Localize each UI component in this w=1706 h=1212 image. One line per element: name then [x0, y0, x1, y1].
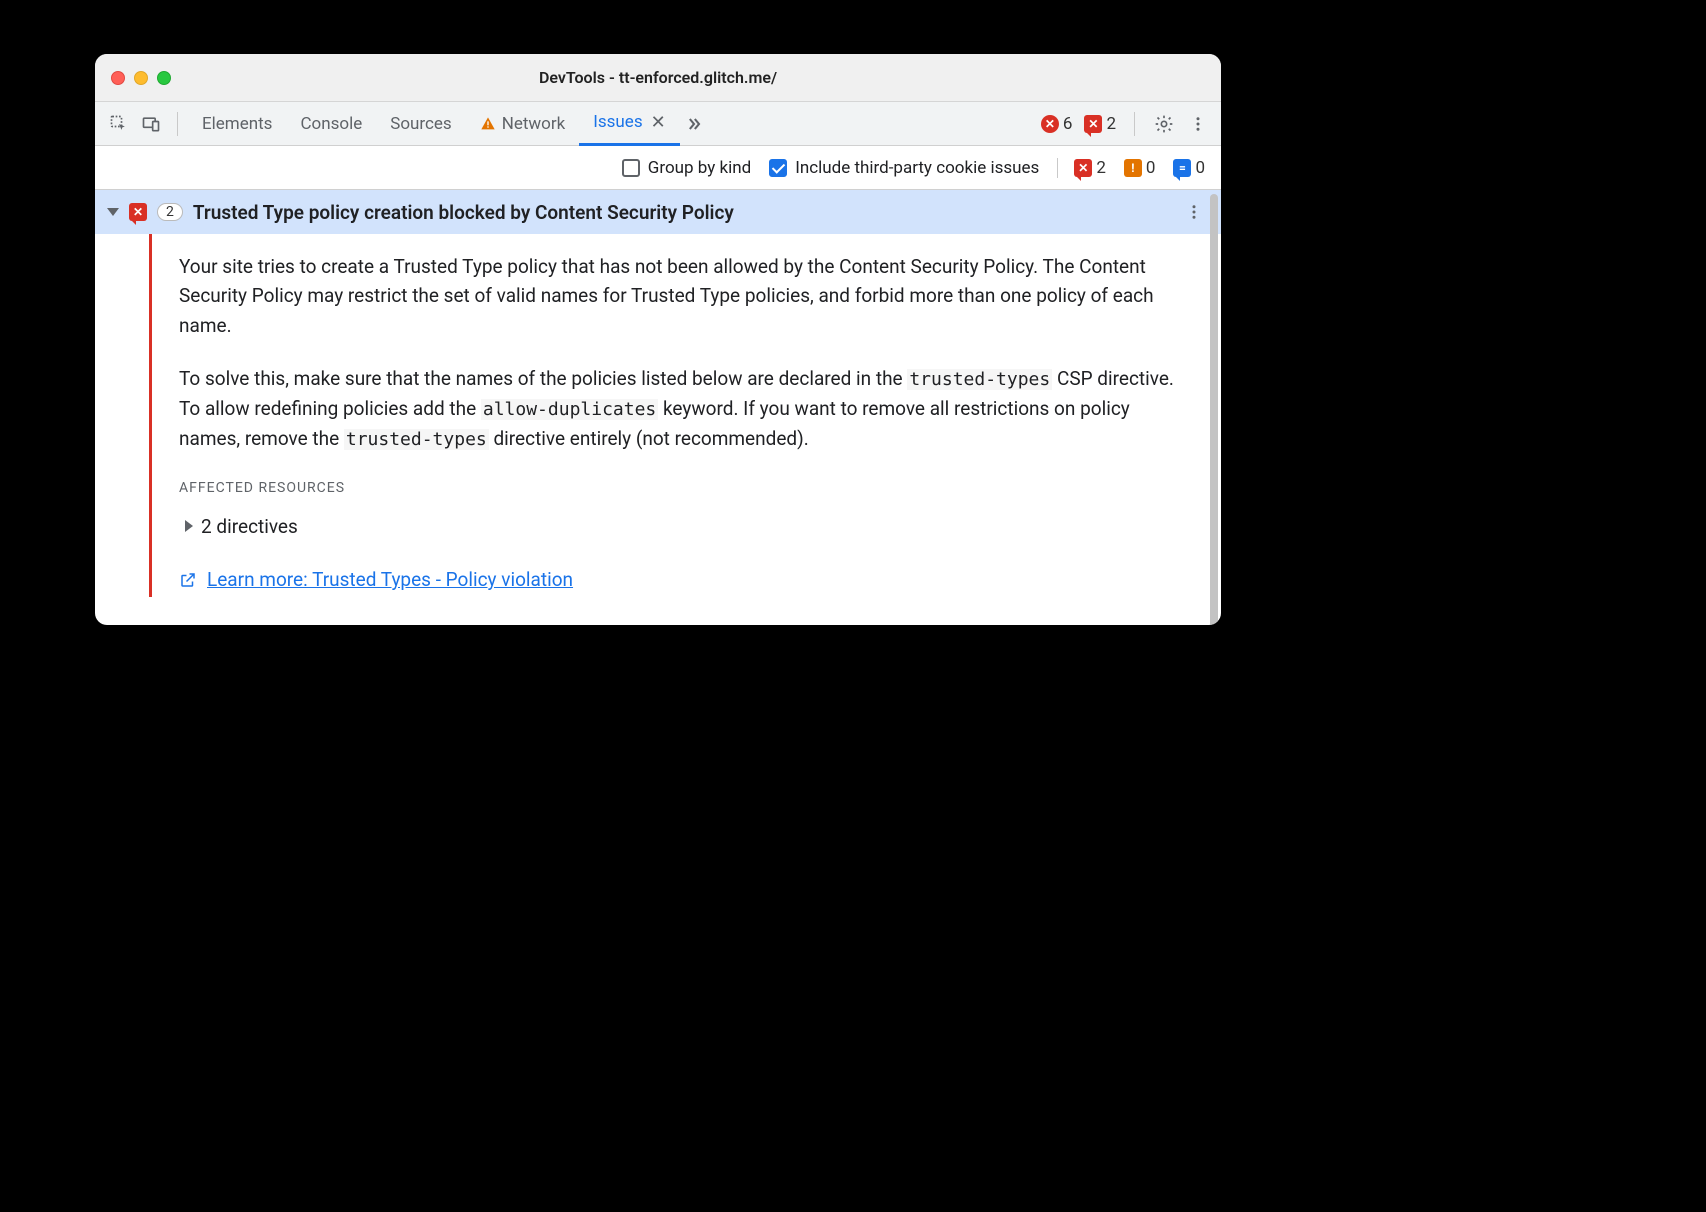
issue-menu-button[interactable]: [1179, 197, 1209, 227]
menu-button[interactable]: [1183, 109, 1213, 139]
checkbox-icon: [622, 159, 640, 177]
console-errors-badge[interactable]: ✕ 6: [1041, 114, 1073, 134]
issue-description-2: To solve this, make sure that the names …: [179, 364, 1181, 454]
expand-toggle-icon: [107, 208, 119, 216]
code-trusted-types: trusted-types: [907, 369, 1052, 390]
more-tabs-button[interactable]: [680, 114, 708, 134]
checkbox-label: Include third-party cookie issues: [795, 158, 1039, 178]
severity-indicator: [149, 234, 152, 597]
tab-elements[interactable]: Elements: [188, 102, 286, 146]
issue-title: Trusted Type policy creation blocked by …: [193, 201, 734, 224]
tab-label: Network: [502, 114, 566, 134]
device-toolbar-icon[interactable]: [137, 110, 165, 138]
maximize-window-button[interactable]: [157, 71, 171, 85]
tab-label: Elements: [202, 114, 272, 134]
close-tab-icon[interactable]: ✕: [651, 112, 666, 133]
tab-issues[interactable]: Issues ✕: [579, 102, 679, 146]
directives-disclosure[interactable]: 2 directives: [185, 512, 1181, 541]
error-count: 6: [1063, 114, 1073, 134]
error-circle-icon: ✕: [1041, 115, 1059, 133]
error-chat-icon: ✕: [1084, 115, 1102, 133]
minimize-window-button[interactable]: [134, 71, 148, 85]
issue-occurrence-count: 2: [157, 203, 183, 221]
count: 0: [1146, 158, 1156, 178]
tab-console[interactable]: Console: [286, 102, 376, 146]
traffic-lights: [95, 71, 171, 85]
divider: [177, 112, 178, 136]
issues-pane: ✕ 2 Trusted Type policy creation blocked…: [95, 190, 1221, 625]
tabs-right-group: ✕ 6 ✕ 2: [1037, 109, 1213, 139]
checkbox-checked-icon: [769, 159, 787, 177]
group-by-kind-checkbox[interactable]: Group by kind: [622, 158, 751, 178]
learn-more-text: Learn more: Trusted Types - Policy viola…: [207, 565, 573, 594]
inspect-element-icon[interactable]: [105, 110, 133, 138]
warning-bang-icon: !: [1124, 159, 1142, 177]
issues-errors-badge[interactable]: ✕ 2: [1084, 114, 1116, 134]
devtools-window: DevTools - tt-enforced.glitch.me/ Elemen…: [95, 54, 1221, 625]
open-external-icon: [179, 571, 197, 589]
checkbox-label: Group by kind: [648, 158, 751, 178]
tab-sources[interactable]: Sources: [376, 102, 465, 146]
issue-body: Your site tries to create a Trusted Type…: [95, 234, 1221, 597]
code-allow-duplicates: allow-duplicates: [481, 399, 658, 420]
learn-more-link[interactable]: Learn more: Trusted Types - Policy viola…: [179, 565, 573, 594]
issue-error-count: 2: [1106, 114, 1116, 134]
tab-label: Issues: [593, 112, 642, 132]
count: 0: [1195, 158, 1205, 178]
error-chat-icon: ✕: [1074, 159, 1092, 177]
tabs-left-group: Elements Console Sources Network Issues …: [103, 102, 708, 146]
filter-info[interactable]: = 0: [1173, 158, 1205, 178]
filter-errors[interactable]: ✕ 2: [1074, 158, 1106, 178]
close-window-button[interactable]: [111, 71, 125, 85]
count: 2: [1096, 158, 1106, 178]
affected-resources-label: AFFECTED RESOURCES: [179, 478, 1181, 500]
filter-warnings[interactable]: ! 0: [1124, 158, 1156, 178]
issue-description-1: Your site tries to create a Trusted Type…: [179, 252, 1181, 340]
issue-counts: ✕ 2 ! 0 = 0: [1057, 158, 1209, 178]
divider: [1134, 112, 1135, 136]
warning-icon: [480, 116, 496, 132]
info-chat-icon: =: [1173, 159, 1191, 177]
issues-filter-bar: Group by kind Include third-party cookie…: [95, 146, 1221, 190]
window-title: DevTools - tt-enforced.glitch.me/: [95, 68, 1221, 87]
third-party-checkbox[interactable]: Include third-party cookie issues: [769, 158, 1039, 178]
issue-header[interactable]: ✕ 2 Trusted Type policy creation blocked…: [95, 190, 1221, 234]
settings-button[interactable]: [1149, 109, 1179, 139]
tab-label: Sources: [390, 114, 451, 134]
directives-count: 2 directives: [201, 512, 298, 541]
error-chat-icon: ✕: [129, 203, 147, 221]
titlebar: DevTools - tt-enforced.glitch.me/: [95, 54, 1221, 102]
tabs-bar: Elements Console Sources Network Issues …: [95, 102, 1221, 146]
code-trusted-types-2: trusted-types: [344, 429, 489, 450]
chevron-right-icon: [185, 520, 193, 532]
tab-network[interactable]: Network: [466, 102, 580, 146]
tab-label: Console: [300, 114, 362, 134]
